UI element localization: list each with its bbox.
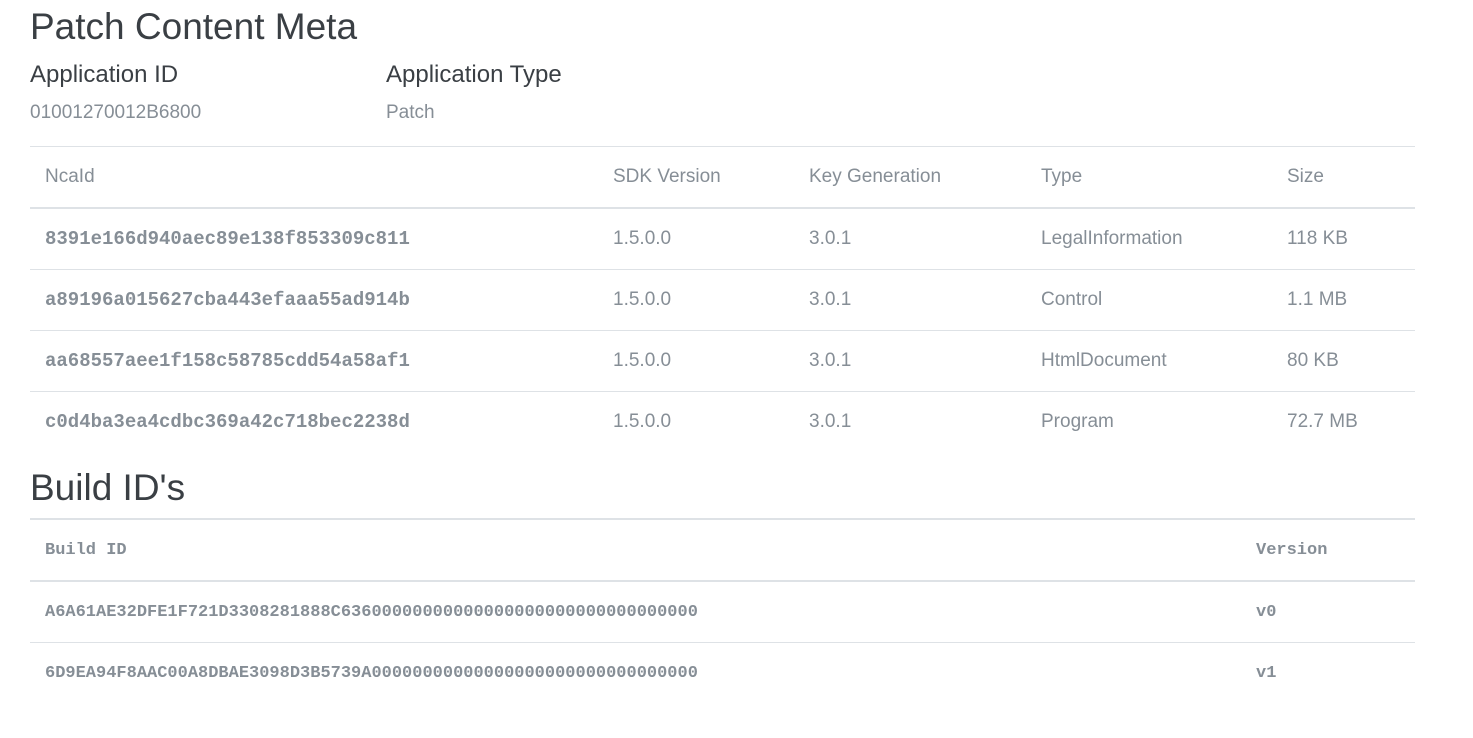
key-generation-cell: 3.0.1 — [794, 208, 1026, 270]
type-cell: Program — [1041, 411, 1114, 432]
column-header-ncaid: NcaId — [30, 146, 598, 209]
version-cell: v1 — [1256, 663, 1277, 683]
table-row: 8391e166d940aec89e138f853309c811 1.5.0.0… — [30, 208, 1415, 270]
type-cell: Control — [1026, 269, 1272, 331]
application-id-group: Application ID 01001270012B6800 — [30, 61, 386, 124]
sdk-version-cell: 1.5.0.0 — [598, 330, 794, 392]
column-header-version: Version — [1241, 519, 1415, 582]
column-header-size: Size — [1272, 146, 1415, 209]
application-type-label: Application Type — [386, 61, 562, 88]
sdk-version-cell: 1.5.0.0 — [598, 208, 794, 270]
build-id-cell: 6D9EA94F8AAC00A8DBAE3098D3B5739A00000000… — [45, 663, 698, 683]
build-id-cell: A6A61AE32DFE1F721D3308281888C63600000000… — [30, 581, 1241, 643]
build-id-table: Build ID Version A6A61AE32DFE1F721D33082… — [30, 518, 1415, 703]
version-cell: v0 — [1241, 581, 1415, 643]
column-header-type: Type — [1026, 146, 1272, 209]
size-cell: 72.7 MB — [1287, 411, 1358, 432]
table-row: aa68557aee1f158c58785cdd54a58af1 1.5.0.0… — [30, 330, 1415, 392]
table-row: c0d4ba3ea4cdbc369a42c718bec2238d 1.5.0.0… — [30, 392, 1415, 453]
build-table-header-row: Build ID Version — [30, 519, 1415, 582]
column-header-build-id: Build ID — [30, 519, 1241, 582]
key-generation-cell: 3.0.1 — [794, 330, 1026, 392]
application-id-value: 01001270012B6800 — [30, 102, 202, 123]
sdk-version-cell: 1.5.0.0 — [613, 411, 672, 432]
column-header-sdk-version: SDK Version — [598, 146, 794, 209]
key-generation-cell: 3.0.1 — [794, 269, 1026, 331]
nca-table-header-row: NcaId SDK Version Key Generation Type Si… — [30, 146, 1415, 209]
type-cell: LegalInformation — [1026, 208, 1272, 270]
nca-id-cell: 8391e166d940aec89e138f853309c811 — [30, 208, 598, 270]
page-container: Patch Content Meta Application ID 010012… — [30, 0, 1415, 703]
application-type-value: Patch — [386, 102, 435, 123]
size-cell: 1.1 MB — [1272, 269, 1415, 331]
build-ids-title: Build ID's — [30, 467, 186, 508]
size-cell: 118 KB — [1272, 208, 1415, 270]
nca-id-cell: a89196a015627cba443efaaa55ad914b — [30, 269, 598, 331]
nca-id-cell: c0d4ba3ea4cdbc369a42c718bec2238d — [45, 411, 410, 433]
table-row: 6D9EA94F8AAC00A8DBAE3098D3B5739A00000000… — [30, 643, 1415, 704]
page-title: Patch Content Meta — [30, 6, 358, 47]
key-generation-cell: 3.0.1 — [809, 411, 852, 432]
table-row: a89196a015627cba443efaaa55ad914b 1.5.0.0… — [30, 269, 1415, 331]
application-id-label: Application ID — [30, 61, 179, 88]
nca-table: NcaId SDK Version Key Generation Type Si… — [30, 146, 1415, 452]
nca-id-cell: aa68557aee1f158c58785cdd54a58af1 — [30, 330, 598, 392]
type-cell: HtmlDocument — [1026, 330, 1272, 392]
application-type-group: Application Type Patch — [386, 61, 742, 124]
sdk-version-cell: 1.5.0.0 — [598, 269, 794, 331]
table-row: A6A61AE32DFE1F721D3308281888C63600000000… — [30, 581, 1415, 643]
column-header-key-generation: Key Generation — [794, 146, 1026, 209]
size-cell: 80 KB — [1272, 330, 1415, 392]
application-meta: Application ID 01001270012B6800 Applicat… — [30, 61, 1415, 124]
